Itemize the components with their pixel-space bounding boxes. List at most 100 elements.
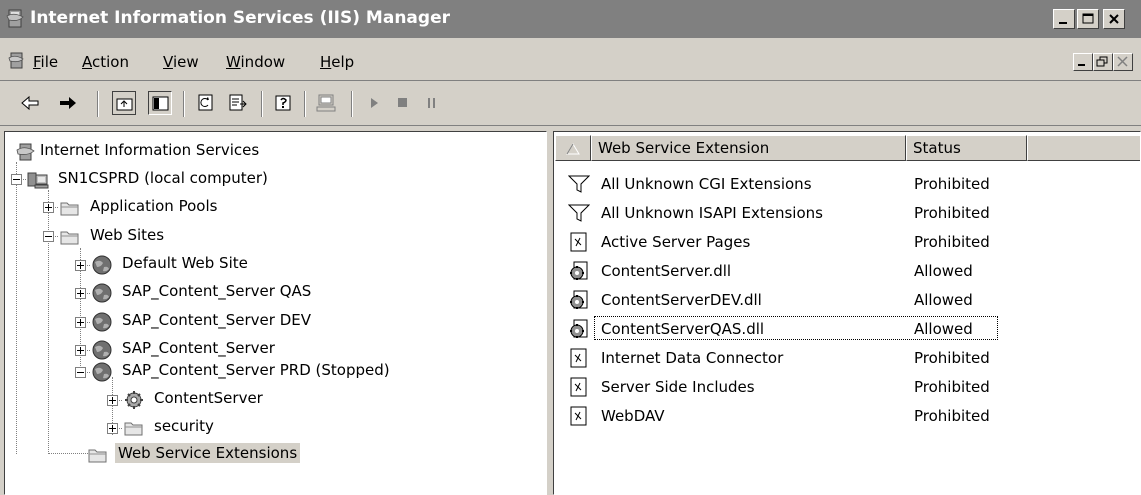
toolbar-separator [261,91,263,117]
menu-file-accel: F [33,53,41,71]
tree-label: SAP_Content_Server DEV [122,311,312,329]
toolbar-separator [351,91,353,117]
export-list-button[interactable] [226,91,250,115]
iis-app-icon [6,9,24,28]
restore-icon [1096,56,1108,67]
stop-icon [398,98,407,107]
extension-status: Prohibited [914,204,990,222]
extension-name: All Unknown ISAPI Extensions [601,204,823,222]
menu-help-accel: H [320,53,332,71]
list-row[interactable]: All Unknown ISAPI Extensions Prohibited [554,198,1140,227]
list-row[interactable]: All Unknown CGI Extensions Prohibited [554,169,1140,198]
expand-toggle[interactable] [75,345,86,356]
expand-toggle[interactable] [107,423,118,434]
show-hide-console-tree-button[interactable] [148,91,172,115]
extension-status: Allowed [914,291,973,309]
menu-file[interactable]: File [33,53,58,71]
tree-label: SAP_Content_Server QAS [122,282,312,300]
menu-window[interactable]: Window [226,53,285,71]
doc-restore-button[interactable] [1093,53,1113,71]
minimize-button[interactable] [1053,9,1075,29]
maximize-icon [1082,13,1094,24]
column-header-status[interactable]: Status [906,135,1027,161]
expand-toggle[interactable] [75,260,86,271]
tree-label: Web Service Extensions [115,443,301,463]
list-row[interactable]: ContentServerDEV.dll Allowed [554,285,1140,314]
folder-icon [88,449,107,463]
list-row[interactable]: Active Server Pages Prohibited [554,227,1140,256]
extension-status: Prohibited [914,349,990,367]
globe-icon [92,255,112,275]
close-button[interactable] [1103,9,1125,29]
collapse-toggle[interactable] [75,367,86,378]
collapse-toggle[interactable] [11,174,22,185]
expand-toggle[interactable] [43,202,54,213]
minimize-icon [1059,22,1067,24]
menu-help[interactable]: Help [320,53,354,71]
sort-column-header[interactable] [555,135,591,161]
iis-manager-window: Internet Information Services (IIS) Mana… [0,0,1141,495]
list-row-focused[interactable]: ContentServerQAS.dll Allowed [554,314,1140,343]
doc-close-button[interactable] [1113,53,1133,71]
refresh-button[interactable] [194,91,218,115]
extension-status: Prohibited [914,407,990,425]
extension-name: Server Side Includes [601,378,755,396]
back-button[interactable] [18,91,42,115]
list-row[interactable]: Internet Data Connector Prohibited [554,343,1140,372]
up-one-level-button[interactable] [112,91,136,115]
menu-action[interactable]: Action [82,53,129,71]
extension-name: Active Server Pages [601,233,751,251]
extension-status: Allowed [914,262,973,280]
doc-minimize-button[interactable] [1073,53,1093,71]
globe-icon [92,312,112,332]
expand-toggle[interactable] [75,317,86,328]
column-header-filler [1027,135,1140,161]
menu-action-accel: A [82,53,92,71]
toolbar [0,80,1141,126]
collapse-toggle[interactable] [43,231,54,242]
minimize-icon [1078,64,1085,66]
column-header-extension[interactable]: Web Service Extension [591,135,906,161]
filter-icon [568,175,590,193]
back-arrow-icon [21,95,39,111]
extension-status: Allowed [914,320,973,338]
pause-icon [428,98,435,108]
tree-label: Web Sites [90,226,165,244]
sort-ascending-icon [566,143,580,155]
tree-label: SAP_Content_Server [122,339,275,357]
computer-icon [316,94,336,112]
console-tree[interactable]: Internet Information Services SN1CSPRD (… [4,131,547,495]
list-row[interactable]: Server Side Includes Prohibited [554,372,1140,401]
console-tree-icon [152,96,169,111]
tree-label: ContentServer [154,389,263,407]
forward-button[interactable] [56,91,80,115]
details-list[interactable]: Web Service Extension Status All Unknown… [553,131,1141,495]
folder-up-icon [116,98,133,111]
connect-button[interactable] [314,91,338,115]
list-row[interactable]: ContentServer.dll Allowed [554,256,1140,285]
stop-button [391,91,415,115]
expand-toggle[interactable] [107,395,118,406]
document-icon [570,406,587,426]
document-icon [570,232,587,252]
extension-status: Prohibited [914,175,990,193]
close-icon [1109,14,1119,24]
start-button [362,91,386,115]
tree-line [48,190,50,454]
list-row[interactable]: WebDAV Prohibited [554,401,1140,430]
help-button[interactable] [272,91,296,115]
extension-name: ContentServerDEV.dll [601,291,762,309]
globe-icon [92,283,112,303]
pause-button [420,91,444,115]
document-icon [570,377,587,397]
title-bar[interactable]: Internet Information Services (IIS) Mana… [0,0,1141,38]
globe-stopped-icon [92,362,112,382]
globe-icon [92,340,112,360]
maximize-button[interactable] [1077,9,1099,29]
help-icon [275,95,291,111]
tree-line [48,453,88,455]
list-header: Web Service Extension Status [554,135,1140,161]
mmc-document-icon[interactable] [8,51,26,71]
menu-view[interactable]: View [163,53,199,71]
expand-toggle[interactable] [75,288,86,299]
